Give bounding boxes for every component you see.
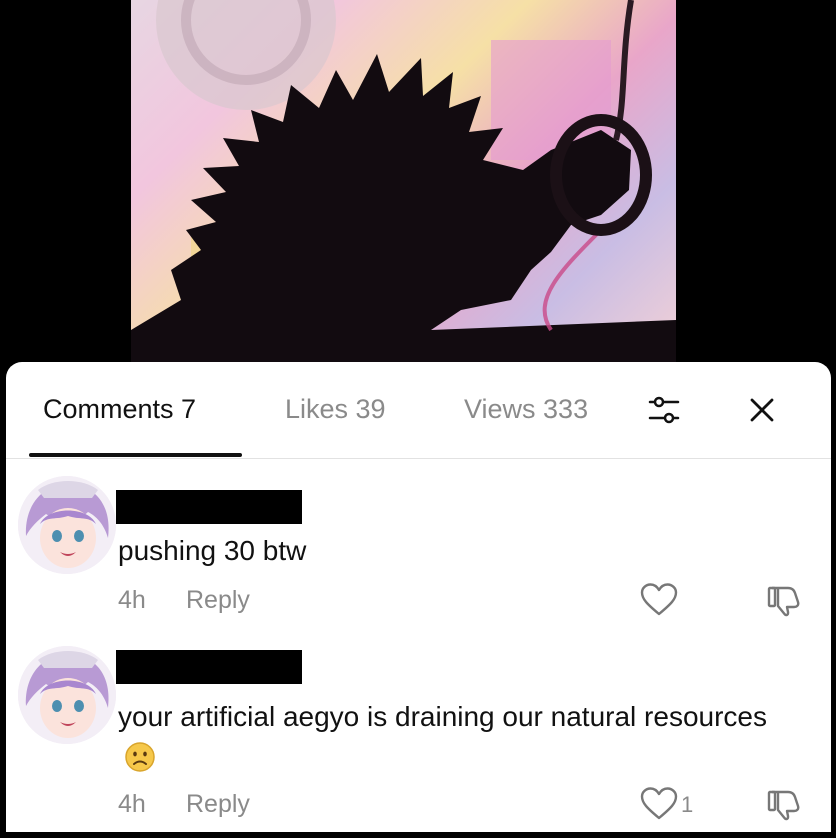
tab-likes[interactable]: Likes 39 — [285, 394, 386, 425]
reply-button[interactable]: Reply — [186, 586, 250, 615]
comment-item: pushing 30 btw 4h Reply — [6, 458, 831, 628]
like-count: 1 — [681, 792, 694, 817]
frowning-face-emoji — [124, 741, 156, 773]
comment-text: pushing 30 btw — [118, 535, 307, 566]
sliders-icon[interactable] — [646, 390, 682, 430]
comment-text-content: your artificial aegyo is draining our na… — [118, 701, 767, 732]
silhouette-graphic — [131, 0, 676, 362]
comment-item: your artificial aegyo is draining our na… — [6, 628, 831, 838]
avatar[interactable] — [18, 476, 116, 574]
reply-button[interactable]: Reply — [186, 790, 250, 819]
thumbs-down-icon[interactable] — [766, 786, 802, 822]
tab-views[interactable]: Views 333 — [464, 394, 588, 425]
tab-comments[interactable]: Comments 7 — [43, 394, 196, 425]
video-thumbnail[interactable] — [131, 0, 676, 362]
redacted-username — [116, 490, 302, 524]
redacted-username — [116, 650, 302, 684]
comment-timestamp: 4h — [118, 790, 146, 818]
tab-bar: Comments 7 Likes 39 Views 333 — [6, 362, 831, 459]
thumbs-down-icon[interactable] — [766, 582, 802, 618]
active-tab-indicator — [29, 453, 242, 457]
heart-icon[interactable] — [639, 786, 679, 822]
comments-sheet: Comments 7 Likes 39 Views 333 pushing 30… — [6, 362, 831, 832]
heart-icon[interactable] — [639, 582, 679, 618]
video-player[interactable] — [0, 0, 836, 380]
avatar[interactable] — [18, 646, 116, 744]
comment-text: your artificial aegyo is draining our na… — [118, 696, 768, 780]
comment-timestamp: 4h — [118, 586, 146, 614]
close-icon[interactable] — [744, 392, 780, 428]
